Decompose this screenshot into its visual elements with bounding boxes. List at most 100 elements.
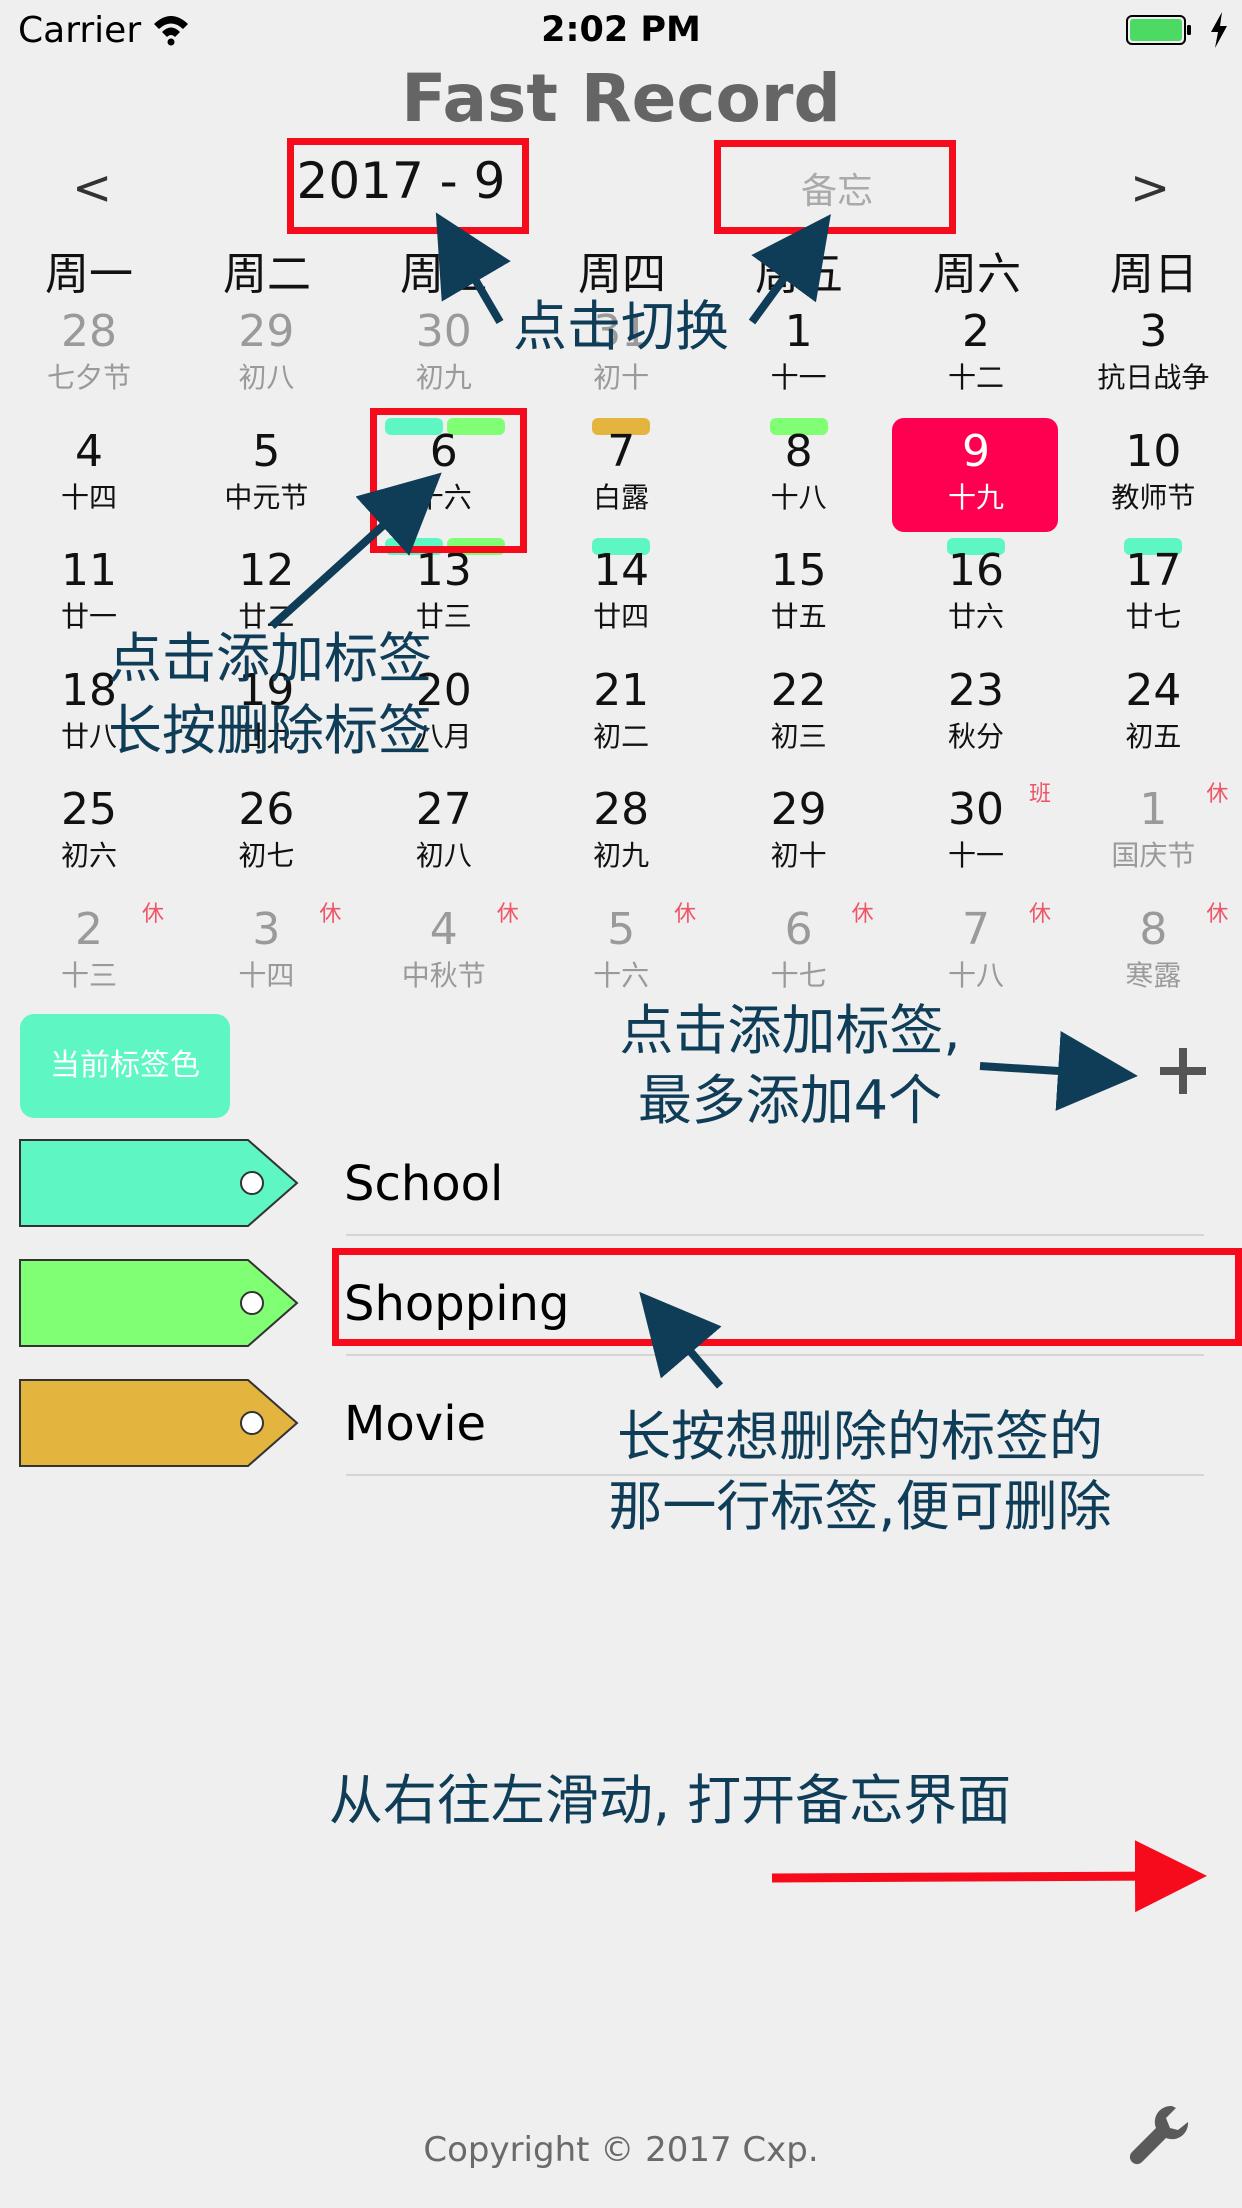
calendar-day[interactable]: 23 秋分 xyxy=(887,659,1065,769)
calendar-day[interactable]: 22 初三 xyxy=(710,659,888,769)
calendar-day[interactable]: 15 廿五 xyxy=(710,539,888,649)
lunar-date: 秋分 xyxy=(947,719,1004,753)
calendar-day[interactable]: 10 教师节 xyxy=(1064,420,1242,555)
day-number: 21 xyxy=(593,664,650,716)
annotation-delete-1: 长按想删除的标签的 xyxy=(617,1405,1103,1468)
calendar-day[interactable]: 4 十四 xyxy=(0,420,178,530)
weekday-label: 周日 xyxy=(1110,249,1198,300)
lunar-date: 十一 xyxy=(770,361,827,394)
calendar-day[interactable]: 7 十八休 xyxy=(887,898,1065,1008)
lunar-date: 抗日战争 xyxy=(1097,361,1210,394)
lunar-date: 十九 xyxy=(947,480,1004,514)
weekday-label: 周二 xyxy=(223,249,311,300)
day-number: 4 xyxy=(75,425,103,477)
lunar-date: 初三 xyxy=(770,719,827,753)
calendar-day[interactable]: 6 十七休 xyxy=(710,898,888,1008)
day-number: 22 xyxy=(770,664,827,716)
annotation-add-tag-1: 点击添加标签 xyxy=(108,627,432,690)
calendar-day[interactable]: 16 廿六 xyxy=(887,539,1065,649)
status-time: 2:02 PM xyxy=(541,10,701,50)
holiday-badge: 休 xyxy=(851,901,874,927)
annotation-add-button-2: 最多添加4个 xyxy=(637,1069,943,1132)
lunar-date: 廿六 xyxy=(947,600,1004,633)
lunar-date: 十四 xyxy=(60,480,117,514)
day-number: 7 xyxy=(607,425,636,477)
holiday-badge: 班 xyxy=(1028,782,1051,807)
lunar-date: 十八 xyxy=(770,480,827,514)
annotation-swipe: 从右往左滑动, 打开备忘界面 xyxy=(328,1769,1012,1832)
lunar-date: 廿五 xyxy=(770,600,827,633)
lunar-date: 初十 xyxy=(770,839,827,872)
day-number: 15 xyxy=(770,545,827,596)
day-number: 10 xyxy=(1125,425,1182,477)
lunar-date: 初九 xyxy=(593,839,650,872)
day-number: 25 xyxy=(61,784,117,835)
weekday-label: 周一 xyxy=(45,249,133,300)
annotation-delete-2: 那一行标签,便可删除 xyxy=(608,1475,1112,1538)
day-number: 11 xyxy=(61,545,117,596)
holiday-badge: 休 xyxy=(319,901,342,927)
day-number: 29 xyxy=(770,784,827,835)
calendar-day[interactable]: 3 十四休 xyxy=(177,898,355,1008)
next-month-button[interactable]: > xyxy=(1130,160,1170,216)
calendar-day[interactable]: 7 白露 xyxy=(532,420,710,555)
row-separator xyxy=(346,1354,1204,1356)
charging-bolt-icon xyxy=(1211,12,1227,48)
calendar-day[interactable]: 27 初八 xyxy=(355,778,533,888)
lunar-date: 初二 xyxy=(593,719,650,753)
lunar-date: 白露 xyxy=(593,480,650,514)
lunar-date: 国庆节 xyxy=(1111,839,1196,872)
swipe-arrow xyxy=(771,1840,1207,1913)
calendar-day[interactable]: 29 初十 xyxy=(710,778,888,888)
weekday-label: 周五 xyxy=(755,249,843,300)
highlight-day-box xyxy=(370,408,527,553)
calendar-day[interactable]: 29 初八 xyxy=(177,300,355,410)
calendar-day-today[interactable]: 9 十九 xyxy=(887,417,1065,555)
calendar-day[interactable]: 2 十三休 xyxy=(0,898,178,1008)
day-number: 28 xyxy=(61,306,117,357)
calendar-day[interactable]: 28 初九 xyxy=(532,778,710,888)
lunar-date: 初七 xyxy=(238,839,295,872)
calendar-day[interactable]: 1 国庆节休 xyxy=(1064,778,1242,888)
day-number: 5 xyxy=(252,425,281,477)
highlight-memo-box xyxy=(714,140,956,234)
day-number: 8 xyxy=(784,425,813,477)
lunar-date: 廿七 xyxy=(1125,600,1182,633)
annotation-add-button-1: 点击添加标签, xyxy=(619,999,961,1062)
day-number: 26 xyxy=(238,784,295,835)
lunar-date: 十六 xyxy=(593,958,650,992)
lunar-date: 十八 xyxy=(947,958,1004,992)
lunar-date: 教师节 xyxy=(1111,480,1196,514)
add-tag-button[interactable] xyxy=(1152,1040,1214,1102)
day-number: 28 xyxy=(593,784,650,835)
calendar-day[interactable]: 30 十一班 xyxy=(887,778,1065,888)
day-number: 24 xyxy=(1125,664,1182,716)
calendar-day[interactable]: 5 中元节 xyxy=(177,420,355,530)
calendar-day[interactable]: 21 初二 xyxy=(532,659,710,769)
calendar-day[interactable]: 8 寒露休 xyxy=(1064,898,1242,1008)
holiday-badge: 休 xyxy=(1028,901,1051,927)
calendar-day[interactable]: 28 七夕节 xyxy=(0,300,178,410)
wrench-icon[interactable] xyxy=(1126,2102,1192,2168)
lunar-date: 初六 xyxy=(60,839,117,872)
prev-month-button[interactable]: < xyxy=(72,160,112,216)
tag-label-icon xyxy=(19,1139,299,1227)
calendar-day[interactable]: 26 初七 xyxy=(177,778,355,888)
lunar-date: 七夕节 xyxy=(46,361,131,394)
calendar-day[interactable]: 5 十六休 xyxy=(532,898,710,1008)
calendar-day[interactable]: 25 初六 xyxy=(0,778,178,888)
calendar-day[interactable]: 24 初五 xyxy=(1064,659,1242,769)
calendar-day[interactable]: 3 抗日战争 xyxy=(1064,300,1242,410)
calendar-day[interactable]: 4 中秋节休 xyxy=(355,898,533,1008)
day-number: 9 xyxy=(962,425,990,477)
lunar-date: 十四 xyxy=(238,958,295,992)
calendar-day[interactable]: 17 廿七 xyxy=(1064,539,1242,649)
lunar-date: 中元节 xyxy=(224,480,309,514)
calendar-day[interactable]: 14 廿四 xyxy=(532,539,710,649)
tag-row[interactable]: School xyxy=(0,1138,1242,1246)
current-tag-color-button[interactable]: 当前标签色 xyxy=(20,1014,230,1118)
lunar-date: 十二 xyxy=(947,361,1004,394)
calendar-day[interactable]: 2 十二 xyxy=(887,300,1065,435)
holiday-badge: 休 xyxy=(141,901,164,927)
calendar-day[interactable]: 8 十八 xyxy=(710,420,888,530)
